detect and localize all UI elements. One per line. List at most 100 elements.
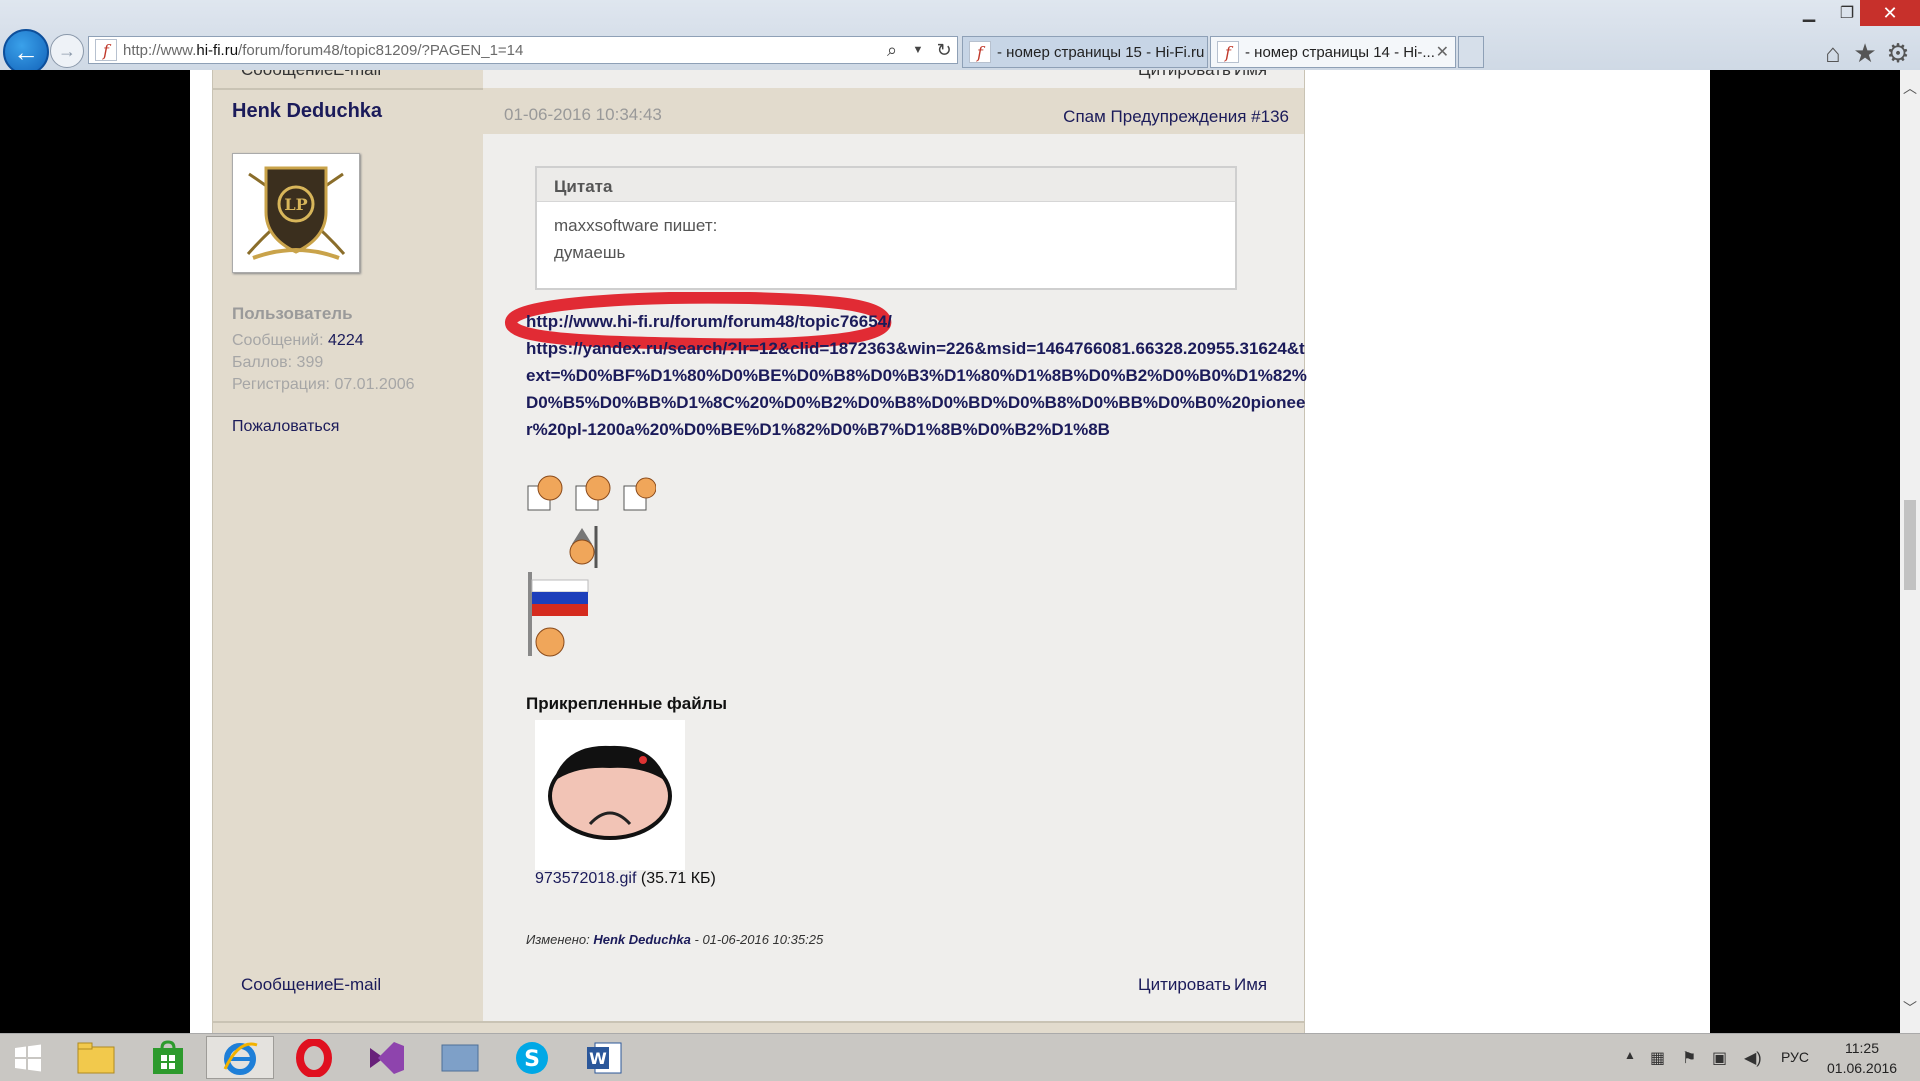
window-app-icon	[441, 1044, 479, 1071]
store-bag-icon	[153, 1039, 183, 1074]
quote-line: maxxsoftware пишет:	[554, 216, 718, 235]
minimize-button[interactable]: ▁	[1790, 0, 1828, 26]
author-name[interactable]: Henk Deduchka	[232, 100, 382, 123]
stat-messages: Сообщений: 4224	[232, 332, 364, 349]
message-link[interactable]: Сообщение	[241, 70, 334, 80]
windows-logo-icon	[15, 1044, 41, 1071]
yandex-search-link[interactable]: https://yandex.ru/search/?lr=12&clid=187…	[526, 335, 1310, 443]
skype-icon: S	[516, 1041, 548, 1074]
forum-post: Сообщение E-mail Цитировать Имя Henk Ded…	[212, 70, 1307, 1035]
refresh-icon[interactable]: ↻	[931, 40, 957, 61]
taskbar-explorer[interactable]	[62, 1036, 130, 1079]
scroll-thumb[interactable]	[1904, 500, 1916, 590]
quote-body: maxxsoftware пишет: думаешь	[537, 202, 1235, 266]
attachment-size: (35.71 КБ)	[640, 870, 716, 887]
home-icon[interactable]: ⌂	[1818, 38, 1848, 68]
taskbar-opera[interactable]	[280, 1036, 348, 1079]
dropdown-icon[interactable]: ▼	[905, 44, 931, 56]
forum-topic-link[interactable]: http://www.hi-fi.ru/forum/forum48/topic7…	[526, 308, 1326, 335]
edited-note: Изменено: Henk Deduchka - 01-06-2016 10:…	[526, 932, 824, 947]
quote-title: Цитата	[537, 168, 1235, 202]
email-link[interactable]: E-mail	[333, 975, 381, 995]
taskbar: S W ▲ ▦ ⚑ ▣ ◀) РУС 11:25 01.06.2016	[0, 1033, 1920, 1081]
name-link[interactable]: Имя	[1234, 70, 1267, 80]
browser-chrome: ▁ ❐ ✕ ← → f http://www.hi-fi.ru/forum/fo…	[0, 0, 1920, 75]
taskbar-skype[interactable]: S	[498, 1036, 566, 1079]
crest-emblem-icon: LP	[246, 166, 346, 260]
language-indicator[interactable]: РУС	[1781, 1049, 1809, 1065]
name-link[interactable]: Имя	[1234, 975, 1267, 995]
user-role: Пользователь	[232, 304, 353, 323]
start-button[interactable]	[0, 1034, 56, 1081]
avatar: LP	[232, 153, 360, 273]
word-icon: W	[587, 1042, 622, 1073]
forum-page: Сообщение E-mail Цитировать Имя Henk Ded…	[190, 70, 1710, 1035]
quote-link[interactable]: Цитировать	[1138, 70, 1231, 80]
attachment-file-link[interactable]: 973572018.gif	[535, 870, 636, 887]
soldier-smiley-icon	[569, 526, 598, 568]
windows-tray-icon[interactable]: ▦	[1650, 1048, 1665, 1068]
vertical-scrollbar[interactable]: ︿ ﹀	[1900, 70, 1920, 1033]
post-date: 01-06-2016 10:34:43	[504, 105, 662, 124]
post-actions[interactable]: Спам Предупреждения #136	[1063, 107, 1289, 127]
stat-points: Баллов: 399	[232, 354, 324, 371]
clock-date[interactable]: 01.06.2016	[1827, 1060, 1897, 1076]
clock-time[interactable]: 11:25	[1845, 1040, 1879, 1056]
svg-text:S: S	[524, 1047, 540, 1072]
taskbar-internet-explorer[interactable]	[206, 1036, 274, 1079]
network-icon[interactable]: ▣	[1712, 1048, 1727, 1068]
chevron-down-icon[interactable]: ﹀	[1900, 998, 1920, 1018]
messages-count-link[interactable]: 4224	[328, 332, 364, 349]
tab-page-14[interactable]: f - номер страницы 14 - Hi-... ✕	[1210, 36, 1456, 68]
folder-icon	[77, 1042, 115, 1073]
previous-post-footer: Сообщение E-mail Цитировать Имя	[213, 70, 1304, 90]
close-window-button[interactable]: ✕	[1860, 0, 1920, 26]
new-tab-button[interactable]	[1458, 36, 1484, 68]
attachments-title: Прикрепленные файлы	[526, 694, 728, 713]
svg-text:LP: LP	[284, 195, 307, 214]
quote-link[interactable]: Цитировать	[1138, 975, 1231, 995]
site-favicon-icon: f	[969, 41, 991, 63]
opera-icon	[296, 1038, 332, 1077]
attachment-caption: 973572018.gif (35.71 КБ)	[535, 870, 716, 888]
post-links: http://www.hi-fi.ru/forum/forum48/topic7…	[526, 308, 1326, 443]
quote-line: думаешь	[554, 243, 626, 262]
arrow-right-icon: →	[58, 40, 76, 61]
visual-studio-icon	[370, 1041, 404, 1074]
taskbar-store[interactable]	[134, 1036, 202, 1079]
gear-icon[interactable]: ⚙	[1883, 38, 1913, 68]
tab-page-15[interactable]: f - номер страницы 15 - Hi-Fi.ru	[962, 36, 1208, 68]
edited-by-link[interactable]: Henk Deduchka	[593, 932, 691, 947]
message-link[interactable]: Сообщение	[241, 975, 334, 995]
reading-smileys-icon	[527, 475, 656, 511]
page-viewport: Сообщение E-mail Цитировать Имя Henk Ded…	[0, 70, 1920, 1035]
search-icon[interactable]: ⌕	[879, 40, 905, 61]
forward-button[interactable]: →	[50, 34, 84, 68]
site-favicon-icon: f	[95, 39, 117, 61]
favorites-star-icon[interactable]: ★	[1850, 38, 1880, 68]
close-tab-icon[interactable]: ✕	[1436, 42, 1449, 62]
address-url[interactable]: http://www.hi-fi.ru/forum/forum48/topic8…	[123, 42, 879, 59]
chevron-up-icon[interactable]: ︿	[1900, 78, 1920, 98]
site-favicon-icon: f	[1217, 41, 1239, 63]
taskbar-visual-studio[interactable]	[352, 1036, 420, 1079]
taskbar-window-app[interactable]	[426, 1036, 494, 1079]
attachment-thumbnail[interactable]	[535, 720, 685, 870]
email-link[interactable]: E-mail	[333, 70, 381, 80]
show-hidden-icons-icon[interactable]: ▲	[1624, 1048, 1636, 1062]
post-header: 01-06-2016 10:34:43 Спам Предупреждения …	[483, 88, 1304, 134]
address-bar[interactable]: f http://www.hi-fi.ru/forum/forum48/topi…	[88, 36, 958, 64]
action-center-flag-icon[interactable]: ⚑	[1682, 1048, 1696, 1068]
internet-explorer-icon	[223, 1042, 258, 1075]
quote-block: Цитата maxxsoftware пишет: думаешь	[535, 166, 1237, 290]
tab-title: - номер страницы 15 - Hi-Fi.ru	[997, 43, 1205, 61]
taskbar-word[interactable]: W	[570, 1036, 638, 1079]
volume-icon[interactable]: ◀)	[1744, 1048, 1762, 1068]
post-footer: Сообщение E-mail Цитировать Имя	[213, 975, 1304, 1013]
complain-link[interactable]: Пожаловаться	[232, 418, 339, 436]
svg-text:W: W	[589, 1049, 607, 1068]
back-button[interactable]: ←	[3, 29, 49, 75]
stat-registered: Регистрация: 07.01.2006	[232, 376, 415, 393]
tab-title: - номер страницы 14 - Hi-...	[1245, 43, 1435, 61]
russian-flag-smiley-icon	[528, 572, 589, 657]
